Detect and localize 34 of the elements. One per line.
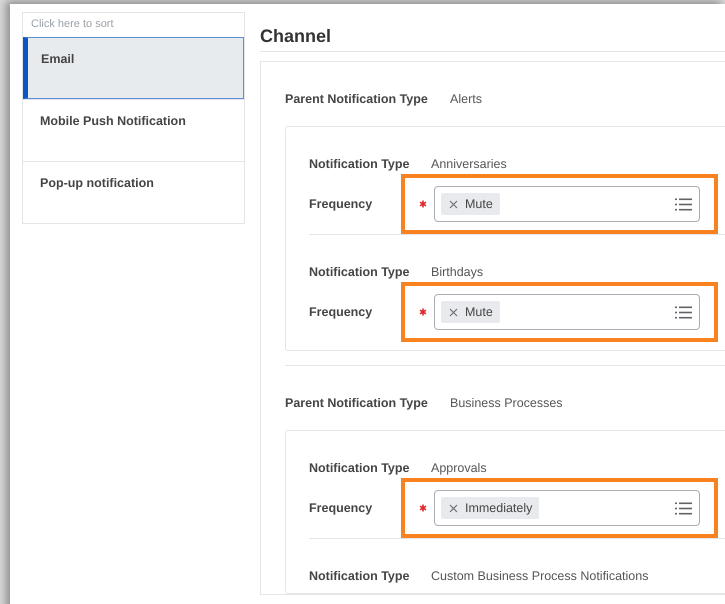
list-icon[interactable] [675, 306, 692, 318]
field-label: Frequency [309, 501, 374, 515]
field-label: Notification Type [309, 265, 410, 281]
field-label: Frequency [309, 305, 374, 319]
chip-label: Mute [465, 197, 493, 211]
sidebar-item[interactable]: Mobile Push Notification [23, 99, 244, 161]
frequency-field[interactable]: Mute [434, 294, 700, 330]
remove-icon[interactable] [449, 504, 458, 512]
sidebar-item[interactable]: Pop-up notification [23, 161, 244, 223]
chip-label: Immediately [465, 501, 532, 515]
field-label: Parent Notification Type [285, 92, 429, 108]
field-value: Alerts [450, 92, 482, 108]
section-heading: Channel [260, 26, 725, 52]
list-icon[interactable] [675, 198, 692, 210]
field-label: Parent Notification Type [285, 396, 429, 412]
field-label: Frequency [309, 197, 374, 211]
field-value: Custom Business Process Notifications [431, 569, 648, 585]
selected-chip[interactable]: Mute [441, 193, 500, 215]
field-value: Approvals [431, 461, 487, 477]
frequency-field[interactable]: Immediately [434, 490, 700, 526]
selected-chip[interactable]: Mute [441, 301, 500, 323]
selected-chip[interactable]: Immediately [441, 497, 540, 519]
remove-icon[interactable] [449, 200, 458, 208]
field-label: Notification Type [309, 461, 410, 477]
field-label: Notification Type [309, 569, 410, 585]
sidebar-item[interactable]: Email [23, 37, 244, 99]
frequency-field[interactable]: Mute [434, 186, 700, 222]
field-value: Business Processes [450, 396, 563, 412]
list-icon[interactable] [675, 502, 692, 514]
field-value: Birthdays [431, 265, 484, 281]
chip-label: Mute [465, 305, 493, 319]
field-value: Anniversaries [431, 157, 507, 173]
field-label: Notification Type [309, 157, 410, 173]
remove-icon[interactable] [449, 308, 458, 316]
